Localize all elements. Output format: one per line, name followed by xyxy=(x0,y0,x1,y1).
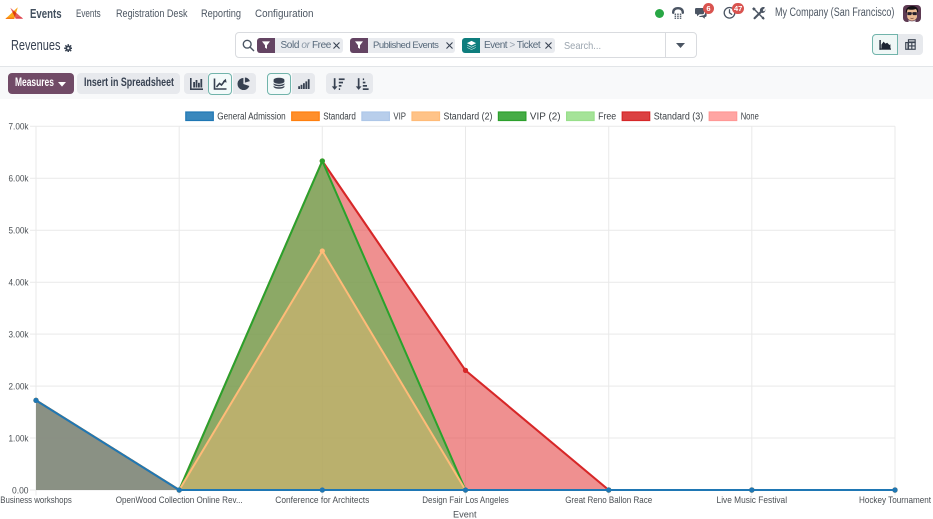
svg-text:2.00k: 2.00k xyxy=(9,382,29,393)
svg-text:VIP (2): VIP (2) xyxy=(530,112,561,123)
svg-text:5.00k: 5.00k xyxy=(9,226,29,237)
svg-text:Standard (3): Standard (3) xyxy=(654,112,704,123)
svg-text:7.00k: 7.00k xyxy=(9,122,29,133)
svg-text:None: None xyxy=(741,112,759,123)
svg-text:Free: Free xyxy=(598,112,616,123)
svg-text:VIP: VIP xyxy=(393,112,406,123)
svg-text:6.00k: 6.00k xyxy=(9,174,29,185)
svg-text:Event: Event xyxy=(453,510,477,519)
svg-text:Standard: Standard xyxy=(323,112,356,123)
svg-text:OpenWood Collection Online Rev: OpenWood Collection Online Rev... xyxy=(116,495,243,506)
svg-text:Live Music Festival: Live Music Festival xyxy=(717,495,788,506)
svg-text:Great Reno Ballon Race: Great Reno Ballon Race xyxy=(565,495,652,506)
svg-text:Hockey Tournament: Hockey Tournament xyxy=(859,495,931,506)
svg-text:Standard (2): Standard (2) xyxy=(444,112,493,123)
svg-text:1.00k: 1.00k xyxy=(9,433,29,444)
svg-text:3.00k: 3.00k xyxy=(9,330,29,341)
svg-text:Conference for Architects: Conference for Architects xyxy=(275,495,369,506)
svg-text:General Admission: General Admission xyxy=(217,112,285,123)
svg-text:Business workshops: Business workshops xyxy=(0,495,72,506)
svg-text:Design Fair Los Angeles: Design Fair Los Angeles xyxy=(422,495,509,506)
svg-text:4.00k: 4.00k xyxy=(9,278,29,289)
